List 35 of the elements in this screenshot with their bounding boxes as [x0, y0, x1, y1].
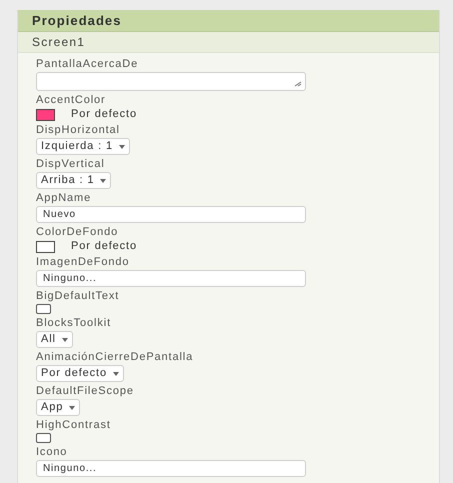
property-label: AnimaciónCierreDePantalla: [36, 351, 194, 364]
resize-handle-icon: [294, 81, 302, 87]
checkbox[interactable]: [36, 304, 51, 314]
color-value: Por defecto: [71, 241, 137, 252]
dropdown[interactable]: Arriba : 1: [36, 172, 112, 189]
property-label: AppName: [36, 192, 92, 205]
checkbox[interactable]: [36, 433, 51, 443]
property-label: AccentColor: [36, 94, 107, 107]
color-swatch[interactable]: [36, 108, 55, 120]
caret-icon: [118, 144, 125, 148]
property-label: Icono: [36, 446, 68, 459]
property-label: ColorDeFondo: [36, 226, 120, 239]
input-field[interactable]: Nuevo: [36, 206, 306, 223]
property-label: PantallaAcercaDe: [36, 58, 140, 71]
input-field[interactable]: Ninguno...: [36, 270, 306, 287]
caret-icon: [69, 406, 76, 410]
property-label: DispVertical: [36, 158, 106, 171]
dropdown[interactable]: App: [36, 399, 80, 416]
color-swatch[interactable]: [36, 240, 55, 252]
property-label: DispHorizontal: [36, 124, 121, 137]
property-label: BlocksToolkit: [36, 317, 112, 330]
property-label: HighContrast: [36, 419, 112, 432]
dropdown[interactable]: All: [36, 331, 73, 348]
caret-icon: [100, 178, 106, 182]
dropdown[interactable]: Izquierda : 1: [36, 138, 130, 155]
component-name: Screen1: [32, 34, 86, 51]
caret-icon: [112, 372, 119, 376]
dropdown[interactable]: Por defecto: [36, 365, 124, 382]
property-label: ImagenDeFondo: [36, 256, 130, 269]
color-value: Por defecto: [71, 109, 137, 120]
property-label: DefaultFileScope: [36, 385, 135, 398]
panel-title: Propiedades: [32, 12, 122, 30]
caret-icon: [62, 338, 68, 342]
property-label: BigDefaultText: [36, 290, 120, 303]
input-field[interactable]: Ninguno...: [36, 460, 306, 477]
